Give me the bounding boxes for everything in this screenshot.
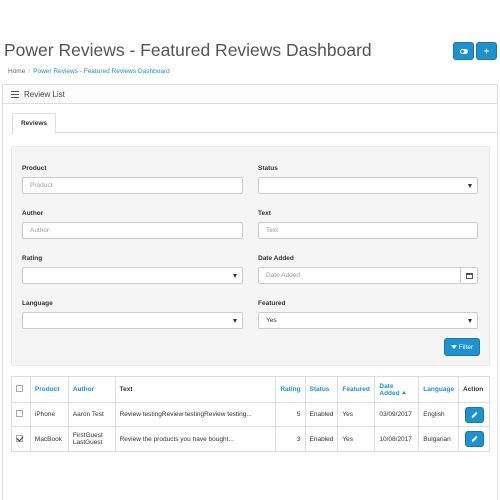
featured-label: Featured	[258, 300, 286, 307]
text-input[interactable]: Text	[258, 222, 478, 239]
product-input[interactable]: Product	[22, 177, 243, 194]
review-list-panel: Review List Reviews Product Product Stat…	[2, 84, 498, 500]
chevron-down-icon	[468, 319, 472, 323]
product-cell: iPhone	[29, 402, 69, 427]
status-label: Status	[258, 165, 278, 172]
column-header-text: Text	[114, 376, 277, 403]
column-header-rating[interactable]: Rating	[275, 376, 306, 403]
action-cell	[458, 426, 490, 452]
author-cell: FirstGuest LastGuest	[67, 426, 116, 452]
language-select[interactable]	[22, 312, 243, 329]
author-label: Author	[22, 210, 44, 217]
pencil-icon	[470, 411, 478, 418]
row-checkbox[interactable]	[16, 410, 23, 417]
text-cell: Review the products you have bought...	[114, 426, 277, 452]
featured-value: Yes	[266, 317, 277, 324]
filter-icon	[450, 345, 457, 349]
text-cell: Review testingReview testingReview testi…	[114, 402, 277, 427]
chevron-down-icon	[468, 184, 472, 188]
language-cell: English	[418, 402, 459, 427]
reviews-table: Product Author Text Rating Status Featur…	[11, 376, 490, 452]
author-input[interactable]: Author	[22, 222, 243, 239]
filter-button[interactable]: Filter	[444, 338, 480, 356]
date-added-placeholder: Date Added	[266, 272, 300, 279]
action-cell	[458, 402, 490, 427]
column-header-featured[interactable]: Featured	[337, 376, 376, 403]
rating-cell: 3	[275, 426, 306, 452]
featured-cell: Yes	[337, 426, 376, 452]
column-header-action: Action	[458, 376, 490, 403]
toggle-icon	[459, 48, 468, 54]
row-select-cell	[11, 402, 31, 427]
tab-reviews[interactable]: Reviews	[12, 113, 56, 134]
text-label: Text	[258, 210, 271, 217]
date-added-input[interactable]: Date Added	[258, 267, 478, 284]
status-cell: Enabled	[304, 402, 339, 427]
date-added-label: Date Added	[258, 255, 294, 262]
row-checkbox[interactable]	[16, 434, 23, 442]
table-row: iPhone Aaron Test Review testingReview t…	[11, 402, 490, 427]
select-all-cell	[11, 376, 31, 403]
column-header-date-added[interactable]: Date Added	[374, 376, 420, 403]
chevron-down-icon	[233, 274, 237, 278]
column-header-author[interactable]: Author	[67, 376, 116, 403]
product-cell: MacBook	[29, 426, 69, 452]
list-icon	[11, 90, 19, 98]
rating-select[interactable]	[22, 267, 243, 284]
date-cell: 03/09/2017	[374, 402, 420, 427]
tabs: Reviews	[11, 113, 497, 134]
table-header-row: Product Author Text Rating Status Featur…	[11, 376, 490, 403]
filter-box: Product Product Status Author Author Tex…	[11, 146, 490, 366]
status-select[interactable]	[258, 177, 478, 194]
panel-title: Review List	[24, 89, 65, 99]
table-row: MacBook FirstGuest LastGuest Review the …	[11, 426, 490, 452]
language-cell: Bulgarian	[418, 426, 459, 452]
column-header-product[interactable]: Product	[29, 376, 69, 403]
page-title: Power Reviews - Featured Reviews Dashboa…	[4, 40, 372, 60]
breadcrumb: Home / Power Reviews - Featured Reviews Da…	[8, 68, 170, 75]
column-header-status[interactable]: Status	[304, 376, 339, 403]
filter-button-label: Filter	[458, 343, 474, 351]
row-select-cell	[11, 426, 31, 452]
pencil-icon	[470, 435, 478, 443]
rating-label: Rating	[22, 255, 43, 262]
column-header-language[interactable]: Language	[418, 376, 459, 403]
calendar-button[interactable]	[460, 268, 477, 283]
calendar-icon	[465, 272, 473, 279]
language-label: Language	[22, 300, 53, 307]
sort-asc-icon	[401, 391, 406, 395]
chevron-down-icon	[233, 319, 237, 323]
product-label: Product	[22, 165, 47, 172]
featured-select[interactable]: Yes	[258, 312, 478, 329]
edit-button[interactable]	[464, 406, 484, 423]
toggle-button[interactable]	[453, 42, 474, 60]
featured-cell: Yes	[337, 402, 376, 427]
breadcrumb-current[interactable]: Power Reviews - Featured Reviews Dashboa…	[33, 68, 170, 75]
breadcrumb-home[interactable]: Home	[8, 68, 25, 75]
panel-heading: Review List	[3, 85, 497, 104]
date-cell: 10/08/2017	[374, 426, 420, 452]
add-button[interactable]: +	[476, 42, 497, 60]
select-all-checkbox[interactable]	[16, 385, 23, 392]
status-cell: Enabled	[304, 426, 339, 452]
rating-cell: 5	[275, 402, 306, 427]
breadcrumb-separator: /	[28, 68, 31, 75]
edit-button[interactable]	[464, 431, 484, 447]
date-added-header-label: Date Added	[379, 382, 400, 397]
author-cell: Aaron Test	[67, 402, 116, 427]
